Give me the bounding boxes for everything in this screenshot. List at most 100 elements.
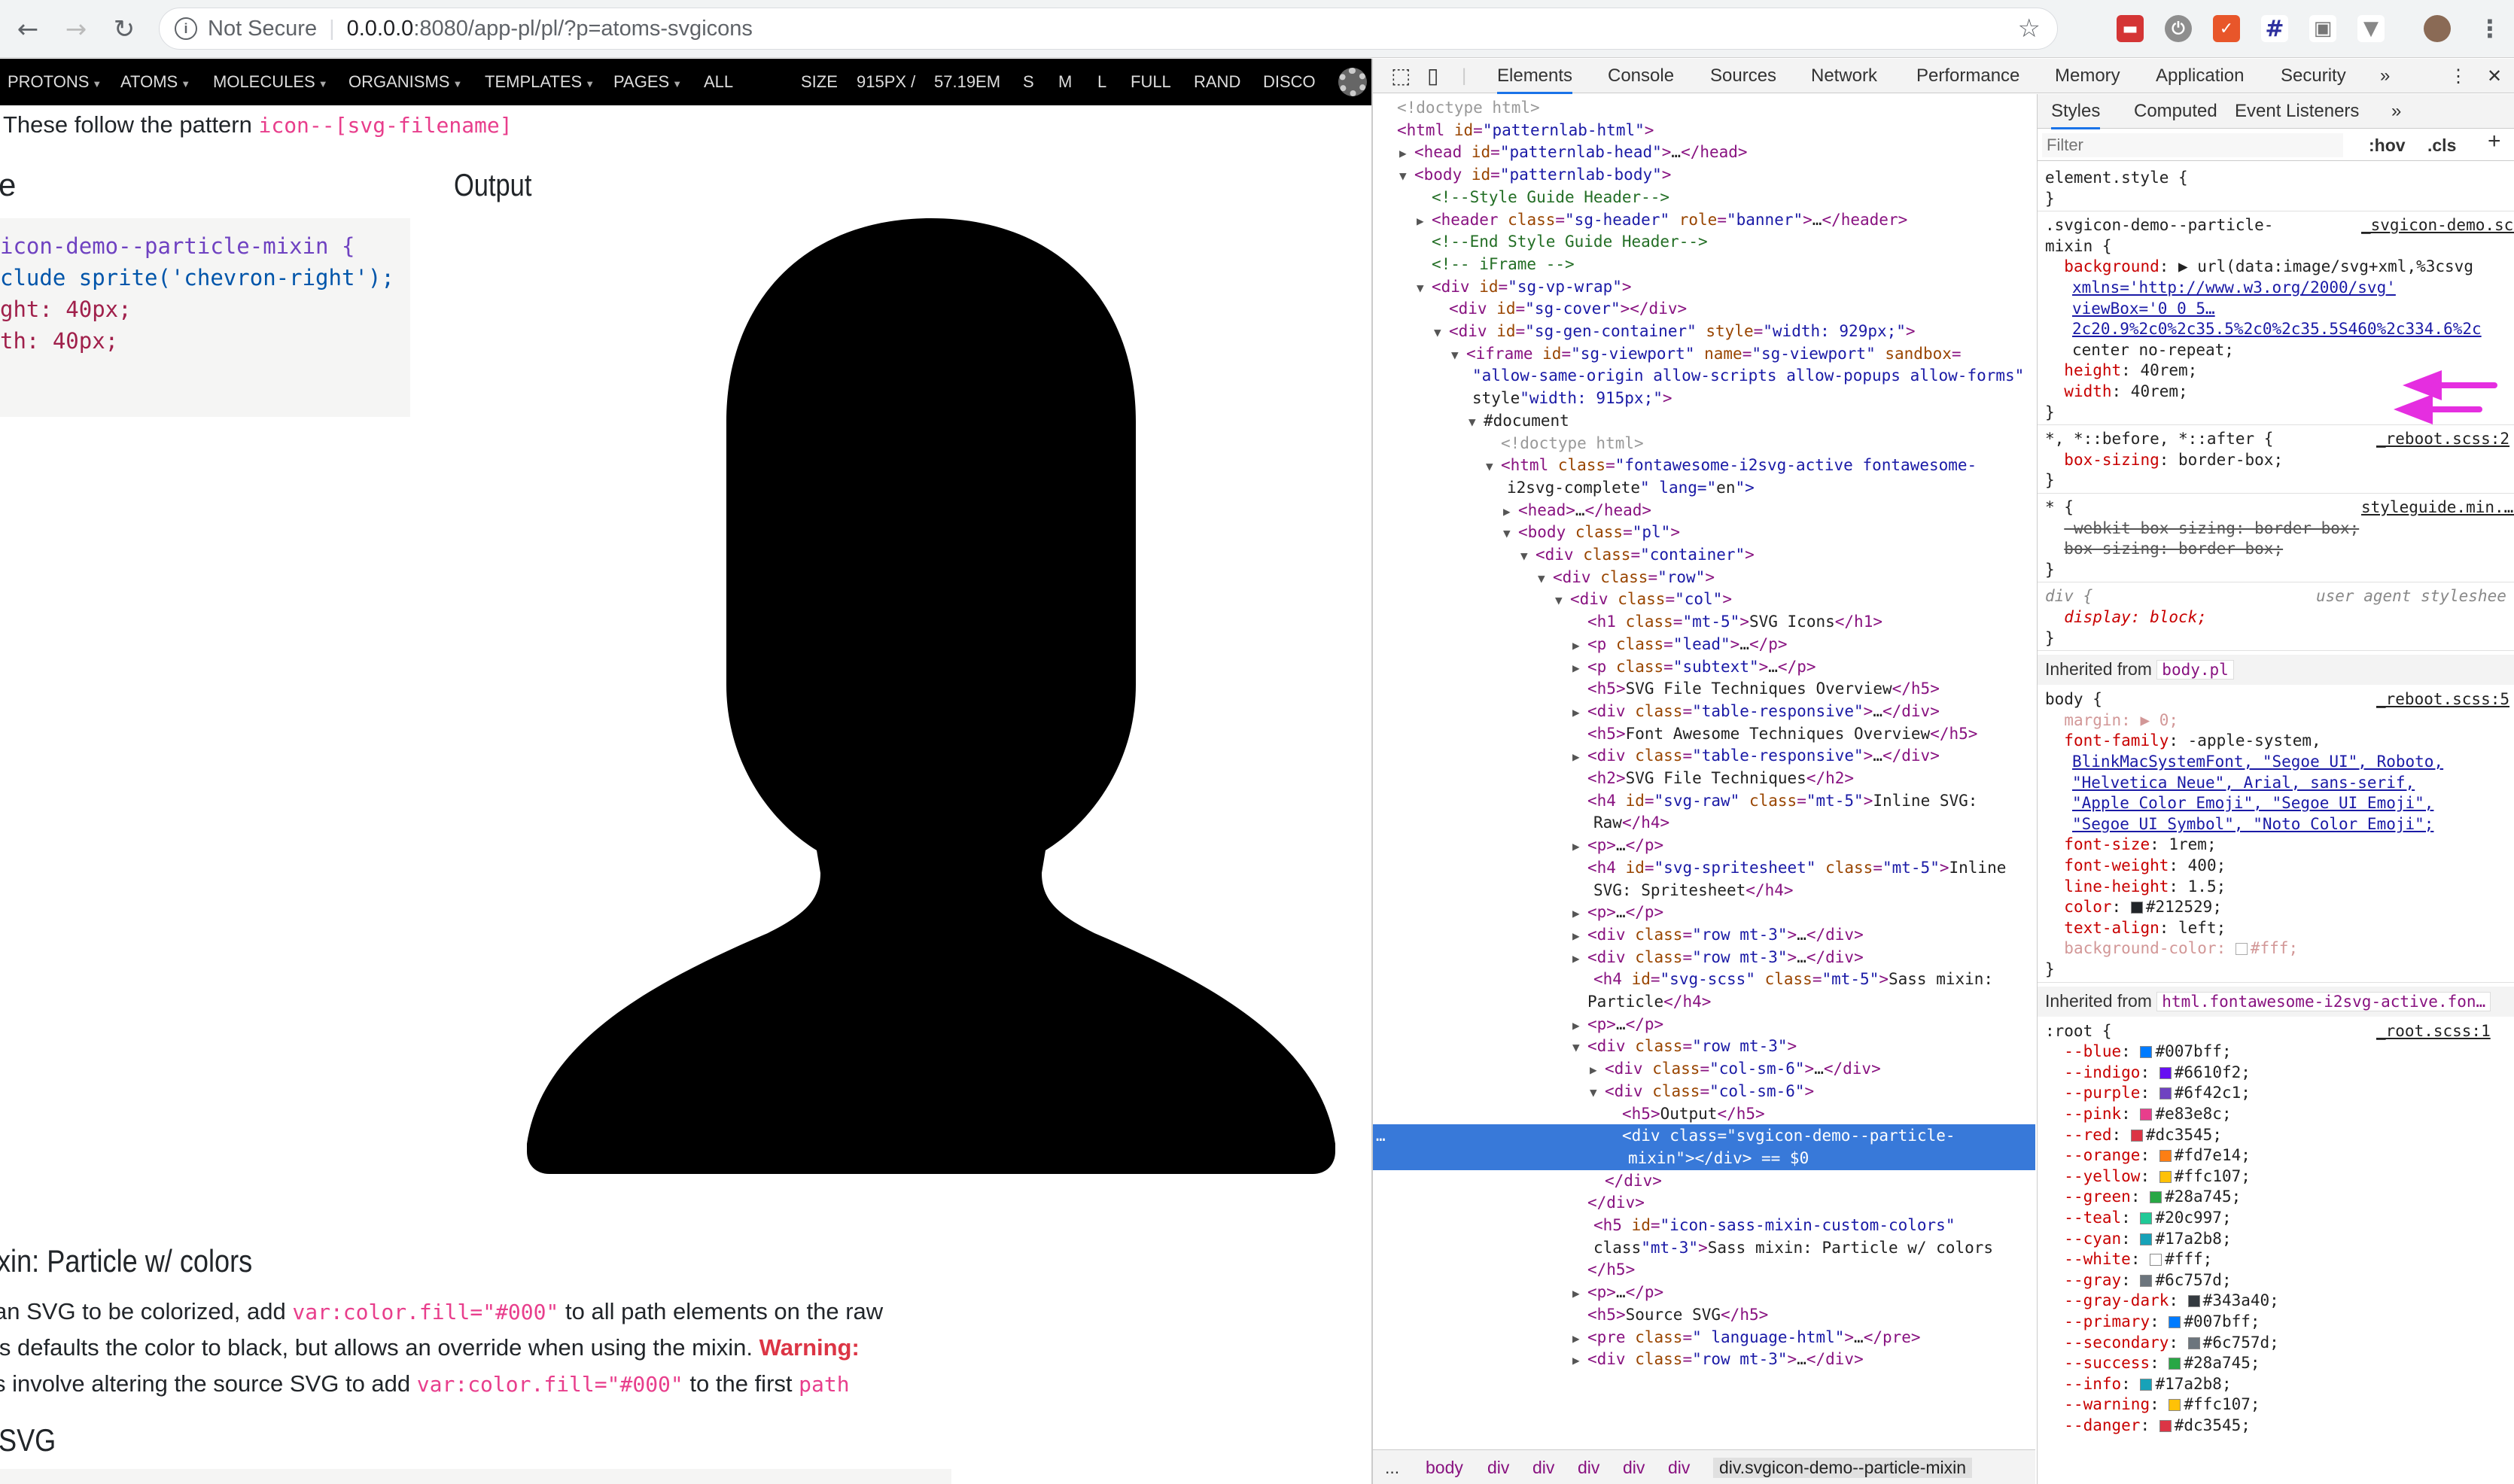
css-property-overridden[interactable]: box-sizing: border-box; bbox=[2045, 539, 2283, 560]
dom-node[interactable]: ▶ <p class="lead">…</p> bbox=[1373, 633, 1788, 658]
css-rule-end[interactable]: } bbox=[2045, 189, 2055, 210]
tab-performance[interactable]: Performance bbox=[1916, 65, 2019, 87]
extension-grid-icon[interactable]: # bbox=[2261, 15, 2288, 42]
dom-node[interactable]: ▶ <div class="table-responsive">…</div> bbox=[1373, 700, 1940, 725]
css-property[interactable]: height: 40rem; bbox=[2045, 360, 2197, 382]
size-rand-button[interactable]: RAND bbox=[1194, 72, 1240, 92]
breadcrumb-item[interactable]: div bbox=[1578, 1458, 1599, 1478]
dom-node[interactable]: ▼ <body class="pl"> bbox=[1373, 521, 1680, 546]
css-value-continuation[interactable]: "Helvetica Neue", Arial, sans-serif, bbox=[2045, 773, 2415, 794]
dom-node[interactable]: <!--End Style Guide Header--> bbox=[1373, 230, 1708, 254]
tab-styles[interactable]: Styles bbox=[2051, 101, 2101, 129]
css-rule-end[interactable]: } bbox=[2045, 628, 2055, 649]
dom-node[interactable]: ▼ <div id="sg-vp-wrap"> bbox=[1373, 275, 1632, 300]
profile-avatar[interactable] bbox=[2424, 15, 2451, 42]
css-selector[interactable]: :root {_root.scss:1 bbox=[2045, 1021, 2491, 1042]
dom-node[interactable]: Particle</h4> bbox=[1373, 990, 1711, 1014]
tab-sources[interactable]: Sources bbox=[1710, 65, 1776, 87]
breadcrumb-item[interactable]: div bbox=[1623, 1458, 1645, 1478]
extension-filter-icon[interactable]: ▼ bbox=[2357, 15, 2385, 42]
dom-node[interactable]: ▼ <div id="sg-gen-container" style="width… bbox=[1373, 320, 1916, 345]
dom-node[interactable]: <h4 id="svg-spritesheet" class="mt-5">In… bbox=[1373, 856, 2006, 880]
dom-node[interactable]: class"mt-3">Sass mixin: Particle w/ colo… bbox=[1373, 1236, 1993, 1260]
dom-node[interactable]: ▼ <div class="col"> bbox=[1373, 588, 1732, 613]
dom-node[interactable]: <h5 id="icon-sass-mixin-custom-colors" bbox=[1373, 1214, 1955, 1238]
css-variable[interactable]: --orange: #fd7e14; bbox=[2045, 1145, 2251, 1166]
dom-node[interactable]: ▶ <p>…</p> bbox=[1373, 834, 1663, 859]
address-bar[interactable]: i Not Secure | 0.0.0.0 :8080/app-pl/pl/?… bbox=[159, 8, 2058, 50]
dom-node[interactable]: mixin"></div> == $0 bbox=[1373, 1146, 2035, 1171]
device-toolbar-icon[interactable]: ▯ bbox=[1427, 63, 1438, 88]
css-value-continuation[interactable]: "Apple Color Emoji", "Segoe UI Emoji", bbox=[2045, 793, 2433, 814]
tab-security[interactable]: Security bbox=[2281, 65, 2346, 87]
css-selector[interactable]: *, *::before, *::after {_reboot.scss:2 bbox=[2045, 429, 2509, 450]
dom-node[interactable]: ▶ <div class="row mt-3">…</div> bbox=[1373, 923, 1864, 948]
extension-shield-icon[interactable]: ✓ bbox=[2213, 15, 2240, 42]
dom-node[interactable]: <!-- iFrame --> bbox=[1373, 253, 1575, 277]
tab-memory[interactable]: Memory bbox=[2055, 65, 2120, 87]
nav-organisms[interactable]: ORGANISMS ▼ bbox=[348, 72, 462, 92]
css-variable[interactable]: --success: #28a745; bbox=[2045, 1353, 2260, 1374]
dom-node[interactable]: SVG: Spritesheet</h4> bbox=[1373, 879, 1794, 903]
css-variable[interactable]: --blue: #007bff; bbox=[2045, 1042, 2231, 1063]
dom-node[interactable]: i2svg-complete" lang="en"> bbox=[1373, 476, 1755, 500]
dom-node[interactable]: <!doctype html> bbox=[1373, 432, 1644, 456]
size-s-button[interactable]: S bbox=[1023, 72, 1034, 92]
size-disco-button[interactable]: DISCO bbox=[1263, 72, 1316, 92]
dom-node[interactable]: Raw</h4> bbox=[1373, 811, 1669, 835]
hover-state-toggle[interactable]: :hov bbox=[2369, 135, 2406, 157]
info-icon[interactable]: i bbox=[175, 17, 197, 40]
breadcrumb-item[interactable]: div bbox=[1668, 1458, 1690, 1478]
css-selector[interactable]: body {_reboot.scss:5 bbox=[2045, 689, 2509, 710]
css-variable[interactable]: --teal: #20c997; bbox=[2045, 1208, 2231, 1229]
css-value-continuation[interactable]: xmlns='http://www.w3.org/2000/svg' bbox=[2045, 278, 2396, 299]
dom-node[interactable]: <html id="patternlab-html"> bbox=[1373, 119, 1654, 143]
css-value-continuation[interactable]: 2c20.9%2c0%2c35.5%2c0%2c35.5S460%2c334.6… bbox=[2045, 319, 2482, 340]
breadcrumb-item[interactable]: body bbox=[1426, 1458, 1463, 1478]
dom-node[interactable]: ▶ <header class="sg-header" role="banner"… bbox=[1373, 208, 1907, 233]
dom-node[interactable]: ▶ <p>…</p> bbox=[1373, 1013, 1663, 1038]
breadcrumb-item[interactable]: div bbox=[1487, 1458, 1509, 1478]
dom-node[interactable]: … <div class="svgicon-demo--particle- bbox=[1373, 1124, 2035, 1148]
dom-node[interactable]: ▼ <body id="patternlab-body"> bbox=[1373, 163, 1671, 188]
css-value-continuation[interactable]: center no-repeat; bbox=[2045, 340, 2234, 361]
css-value-continuation[interactable]: BlinkMacSystemFont, "Segoe UI", Roboto, bbox=[2045, 752, 2443, 773]
css-variable[interactable]: --cyan: #17a2b8; bbox=[2045, 1229, 2231, 1250]
css-property[interactable]: margin: ▶ 0; bbox=[2045, 710, 2178, 731]
css-variable[interactable]: --primary: #007bff; bbox=[2045, 1312, 2260, 1333]
css-property[interactable]: font-weight: 400; bbox=[2045, 856, 2226, 877]
more-tabs-icon[interactable]: » bbox=[2391, 101, 2401, 122]
css-variable[interactable]: --danger: #dc3545; bbox=[2045, 1416, 2251, 1437]
dom-node[interactable]: <div id="sg-cover"></div> bbox=[1373, 297, 1687, 321]
close-icon[interactable]: ✕ bbox=[2487, 65, 2502, 87]
dom-node[interactable]: ▼ <iframe id="sg-viewport" name="sg-viewp… bbox=[1373, 342, 1962, 367]
css-property[interactable]: line-height: 1.5; bbox=[2045, 877, 2226, 898]
dom-node[interactable]: <h5>Output</h5> bbox=[1373, 1102, 1765, 1127]
extension-power-icon[interactable]: ⏻ bbox=[2165, 15, 2192, 42]
css-value-continuation[interactable]: "Segoe UI Symbol", "Noto Color Emoji"; bbox=[2045, 814, 2433, 835]
dom-node[interactable]: <!--Style Guide Header--> bbox=[1373, 186, 1669, 210]
breadcrumb-item[interactable]: div bbox=[1532, 1458, 1554, 1478]
gear-icon[interactable] bbox=[1338, 68, 1367, 96]
css-selector[interactable]: * {styleguide.min.…s?1542129977: bbox=[2045, 497, 2514, 518]
extension-camera-icon[interactable]: ▣ bbox=[2309, 15, 2336, 42]
dom-node[interactable]: ▶ <p>…</p> bbox=[1373, 1281, 1663, 1306]
back-icon[interactable]: ← bbox=[8, 9, 48, 50]
dom-node[interactable]: </div> bbox=[1373, 1169, 1662, 1194]
css-rule-end[interactable]: } bbox=[2045, 470, 2055, 491]
filter-input[interactable] bbox=[2042, 133, 2343, 157]
size-full-button[interactable]: FULL bbox=[1131, 72, 1171, 92]
dom-node[interactable]: <h4 id="svg-scss" class="mt-5">Sass mixi… bbox=[1373, 968, 1993, 992]
tab-application[interactable]: Application bbox=[2156, 65, 2244, 87]
browser-menu-icon[interactable]: ⋮ bbox=[2476, 14, 2503, 43]
dom-node[interactable]: ▶ <div class="row mt-3">…</div> bbox=[1373, 946, 1864, 971]
dom-node[interactable]: ▶ <pre class=" language-html">…</pre> bbox=[1373, 1326, 1921, 1351]
tab-computed[interactable]: Computed bbox=[2134, 101, 2217, 122]
css-variable[interactable]: --white: #fff; bbox=[2045, 1249, 2212, 1270]
css-variable[interactable]: --red: #dc3545; bbox=[2045, 1125, 2222, 1146]
tab-console[interactable]: Console bbox=[1608, 65, 1674, 87]
nav-atoms[interactable]: ATOMS ▼ bbox=[120, 72, 190, 92]
dom-node[interactable]: ▼ <div class="col-sm-6"> bbox=[1373, 1080, 1814, 1105]
css-value-continuation[interactable]: viewBox='0 0 5… bbox=[2045, 299, 2215, 320]
dom-node[interactable]: <h2>SVG File Techniques</h2> bbox=[1373, 767, 1854, 791]
